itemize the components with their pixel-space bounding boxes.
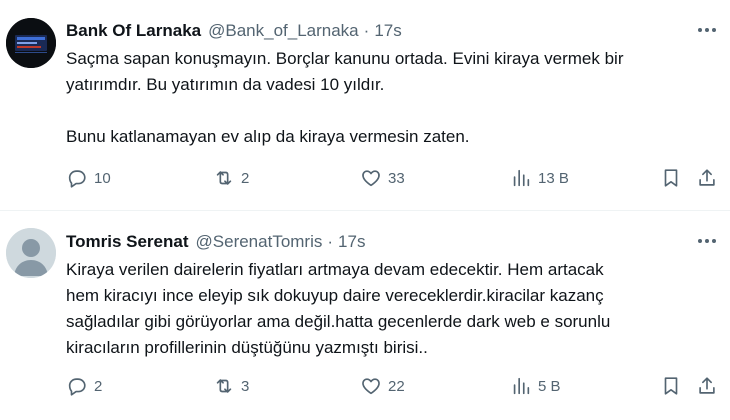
bookmark-button[interactable] [660, 162, 682, 194]
retweet-button[interactable]: 3 [213, 370, 249, 402]
tweet[interactable]: Bank Of Larnaka @Bank_of_Larnaka · 17s S… [0, 0, 730, 210]
tweet-header: Tomris Serenat @SerenatTomris · 17s [66, 231, 365, 253]
views-button[interactable]: 13 B [510, 162, 569, 194]
avatar[interactable] [6, 18, 56, 68]
reply-icon [68, 170, 86, 188]
tweet-text: Saçma sapan konuşmayın. Borçlar kanunu o… [66, 49, 624, 146]
tweet-actions: 2 3 22 5 B [60, 370, 725, 402]
like-count: 22 [388, 377, 405, 395]
reply-count: 10 [94, 169, 111, 187]
like-button[interactable]: 33 [360, 162, 405, 194]
heart-icon [362, 170, 380, 187]
like-button[interactable]: 22 [360, 370, 405, 402]
like-count: 33 [388, 169, 405, 187]
default-avatar-icon [6, 228, 56, 278]
display-name[interactable]: Bank Of Larnaka [66, 21, 201, 41]
avatar[interactable] [6, 228, 56, 278]
share-button[interactable] [696, 370, 718, 402]
more-options-button[interactable] [694, 231, 720, 251]
reply-icon [68, 378, 86, 396]
timestamp[interactable]: 17s [374, 21, 401, 41]
views-chart-icon [513, 377, 530, 395]
more-options-button[interactable] [694, 20, 720, 40]
more-options-icon [698, 28, 716, 32]
reply-button[interactable]: 10 [66, 162, 111, 194]
share-icon [699, 169, 715, 186]
views-count: 13 B [538, 169, 569, 187]
user-handle[interactable]: @SerenatTomris [196, 232, 323, 252]
bookmark-icon [664, 377, 678, 395]
tweet-text: Kiraya verilen dairelerin fiyatları artm… [66, 260, 611, 357]
retweet-icon [216, 379, 232, 393]
bookmark-icon [664, 169, 678, 187]
retweet-icon [216, 171, 232, 185]
separator-dot: · [363, 21, 370, 40]
separator-dot: · [327, 232, 334, 251]
tweet-header: Bank Of Larnaka @Bank_of_Larnaka · 17s [66, 20, 402, 42]
retweet-button[interactable]: 2 [213, 162, 249, 194]
tweet-actions: 10 2 33 13 B [60, 162, 725, 194]
display-name[interactable]: Tomris Serenat [66, 232, 189, 252]
bank-logo-icon [6, 18, 56, 68]
bookmark-button[interactable] [660, 370, 682, 402]
reply-button[interactable]: 2 [66, 370, 102, 402]
retweet-count: 2 [241, 169, 250, 187]
user-handle[interactable]: @Bank_of_Larnaka [208, 21, 359, 41]
heart-icon [362, 378, 380, 395]
share-icon [699, 377, 715, 394]
views-count: 5 B [538, 377, 561, 395]
reply-count: 2 [94, 377, 103, 395]
timestamp[interactable]: 17s [338, 232, 365, 252]
views-button[interactable]: 5 B [510, 370, 561, 402]
retweet-count: 3 [241, 377, 250, 395]
share-button[interactable] [696, 162, 718, 194]
tweet[interactable]: Tomris Serenat @SerenatTomris · 17s Kira… [0, 210, 730, 420]
views-chart-icon [513, 169, 530, 187]
more-options-icon [698, 239, 716, 243]
